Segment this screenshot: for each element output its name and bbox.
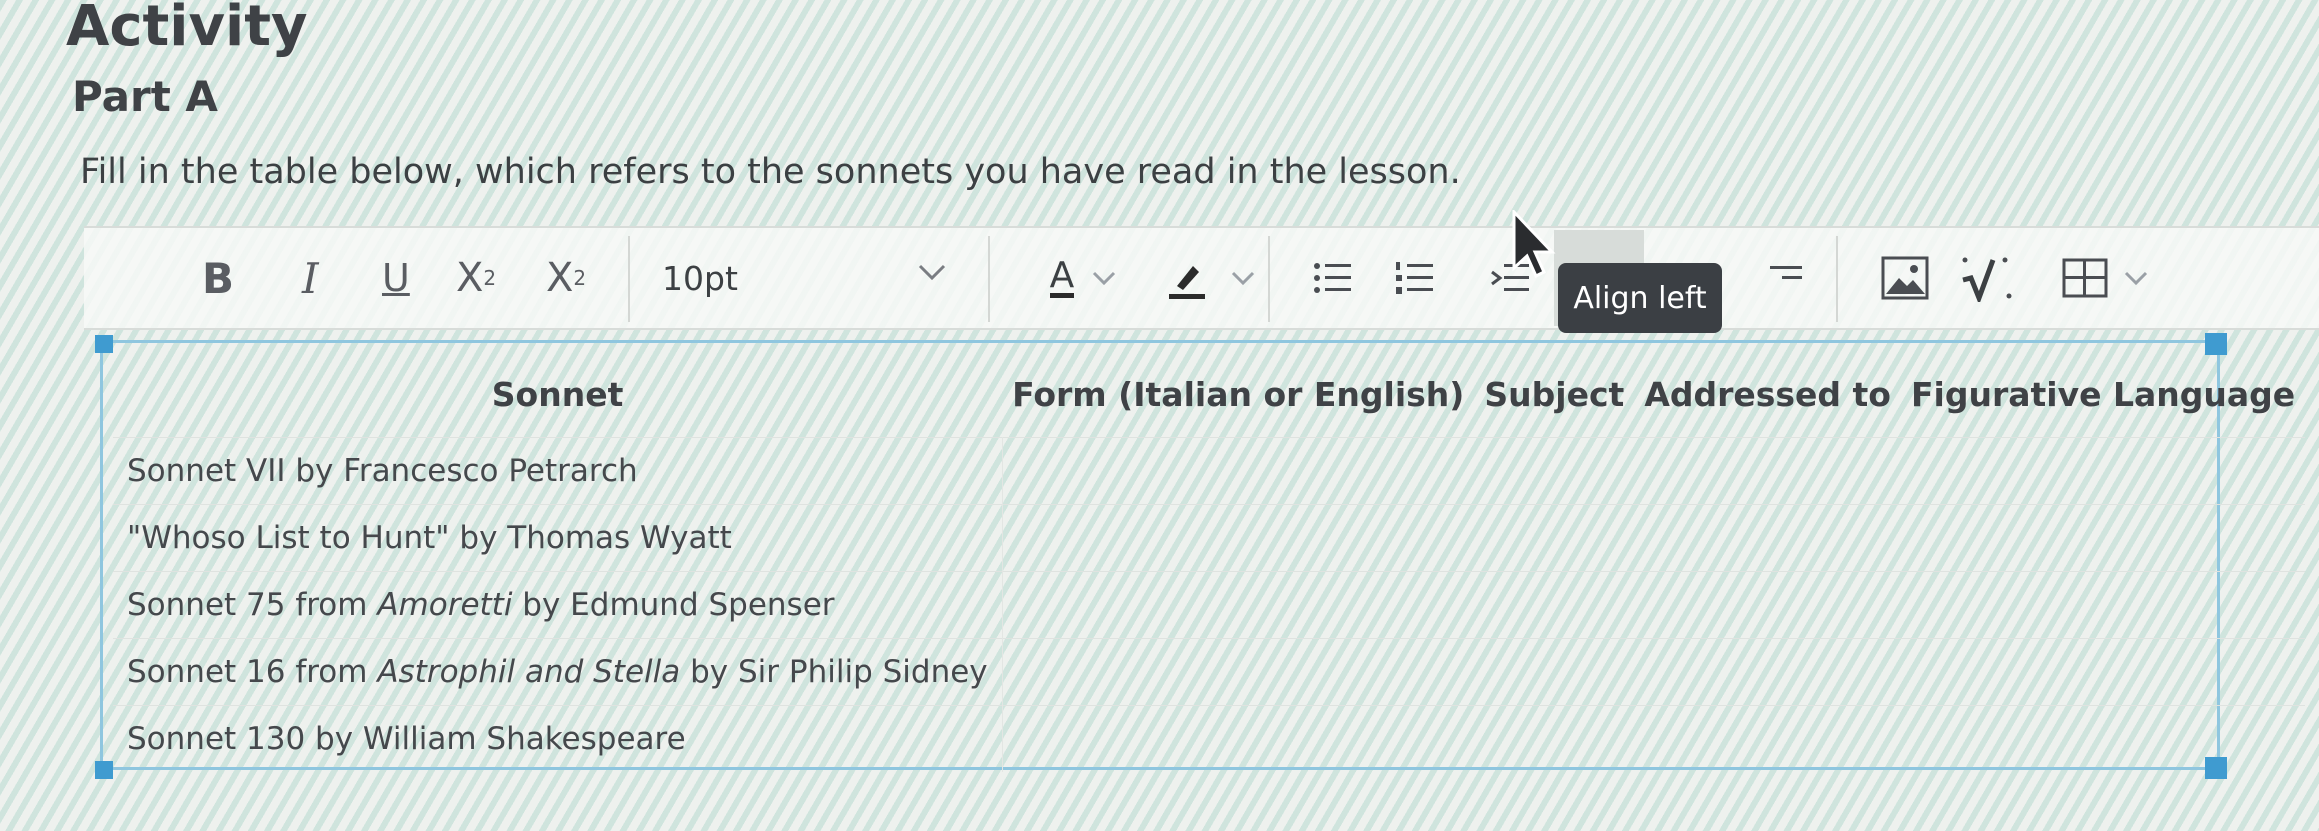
subject-cell[interactable] (1474, 638, 1635, 706)
table-row: Sonnet VII by Francesco Petrarch (113, 437, 2306, 505)
insert-table-button[interactable] (2056, 228, 2156, 328)
sonnet-title: Sonnet 16 from (127, 654, 378, 690)
highlight-button[interactable] (1146, 228, 1276, 328)
subscript-mark: 2 (573, 266, 587, 290)
table-row: Sonnet 130 by William Shakespeare (113, 705, 2306, 772)
addressed-to-cell[interactable] (1634, 705, 1901, 772)
image-icon (1881, 256, 1929, 300)
toolbar-divider (1268, 236, 1270, 322)
text-color-button[interactable]: A (1024, 228, 1144, 328)
subject-cell[interactable] (1474, 437, 1635, 505)
column-header-figurative-language: Figurative Language (1910, 374, 2296, 414)
bold-button[interactable]: B (202, 228, 234, 328)
toolbar-divider (988, 236, 990, 322)
superscript-button[interactable]: X2 (456, 228, 496, 328)
table-row: "Whoso List to Hunt" by Thomas Wyatt (113, 504, 2306, 572)
sonnet-title: Sonnet VII by Francesco Petrarch (127, 453, 638, 489)
font-size-select[interactable]: 10pt (634, 228, 994, 328)
sonnet-title: "Whoso List to Hunt" by Thomas Wyatt (127, 520, 732, 556)
font-size-value: 10pt (662, 258, 738, 298)
figurative-language-cell[interactable] (1900, 705, 2306, 772)
numbered-list-icon (1396, 262, 1433, 294)
chevron-down-icon (1231, 271, 1255, 286)
sonnet-title: Sonnet 130 by William Shakespeare (127, 721, 686, 757)
form-cell[interactable] (1002, 638, 1475, 706)
sonnet-collection-title: Amoretti (377, 587, 513, 623)
subject-cell[interactable] (1474, 705, 1635, 772)
subject-cell[interactable] (1474, 504, 1635, 572)
form-cell[interactable] (1002, 571, 1475, 639)
bullet-list-icon (1314, 263, 1351, 293)
resize-handle-top-left[interactable] (95, 335, 113, 353)
mouse-cursor-icon (1512, 210, 1556, 279)
insert-image-button[interactable] (1870, 228, 1940, 328)
addressed-to-cell[interactable] (1634, 638, 1901, 706)
sonnet-title: Sonnet 75 from (127, 587, 378, 623)
addressed-to-cell[interactable] (1634, 571, 1901, 639)
insert-math-button[interactable] (1952, 228, 2022, 328)
subject-cell[interactable] (1474, 571, 1635, 639)
superscript-mark: 2 (483, 266, 497, 290)
chevron-down-icon (2124, 271, 2148, 286)
table-row: Sonnet 75 from Amoretti by Edmund Spense… (113, 571, 2306, 639)
editor-toolbar: B I U X2 X2 10pt A (84, 226, 2319, 330)
sonnet-cell[interactable]: "Whoso List to Hunt" by Thomas Wyatt (113, 504, 1003, 572)
align-right-button[interactable] (1754, 228, 1814, 328)
table-row: Sonnet 16 from Astrophil and Stella by S… (113, 638, 2306, 706)
form-cell[interactable] (1002, 504, 1475, 572)
superscript-label: X (456, 255, 484, 301)
numbered-list-button[interactable] (1384, 228, 1444, 328)
bullet-list-button[interactable] (1302, 228, 1362, 328)
page-title: Activity (66, 0, 308, 59)
addressed-to-cell[interactable] (1634, 437, 1901, 505)
instructions-text: Fill in the table below, which refers to… (80, 152, 1461, 192)
sonnet-cell[interactable]: Sonnet 16 from Astrophil and Stella by S… (113, 638, 1003, 706)
column-header-subject: Subject (1484, 374, 1625, 414)
figurative-language-cell[interactable] (1900, 437, 2306, 505)
sonnet-cell[interactable]: Sonnet 75 from Amoretti by Edmund Spense… (113, 571, 1003, 639)
sonnet-table: Sonnet Form (Italian or English) Subject… (113, 351, 2306, 772)
subscript-label: X (546, 255, 574, 301)
sonnet-author: by Sir Philip Sidney (680, 654, 988, 690)
align-right-icon (1770, 266, 1802, 279)
italic-button[interactable]: I (302, 228, 319, 328)
toolbar-divider (628, 236, 630, 322)
column-header-sonnet: Sonnet (491, 374, 624, 414)
table-header-row: Sonnet Form (Italian or English) Subject… (113, 351, 2305, 438)
form-cell[interactable] (1002, 705, 1475, 772)
highlight-icon (1169, 266, 1205, 299)
figurative-language-cell[interactable] (1900, 504, 2306, 572)
sonnet-cell[interactable]: Sonnet 130 by William Shakespeare (113, 705, 1003, 772)
figurative-language-cell[interactable] (1900, 571, 2306, 639)
chevron-down-icon (918, 264, 946, 281)
figurative-language-cell[interactable] (1900, 638, 2306, 706)
underline-button[interactable]: U (382, 228, 410, 328)
subscript-button[interactable]: X2 (546, 228, 586, 328)
column-header-addressed-to: Addressed to (1644, 374, 1891, 414)
resize-handle-bottom-left[interactable] (95, 761, 113, 779)
addressed-to-cell[interactable] (1634, 504, 1901, 572)
table-icon (2062, 258, 2108, 298)
column-header-form: Form (Italian or English) (1012, 374, 1465, 414)
math-icon (1962, 257, 2012, 302)
sonnet-author: by Edmund Spenser (512, 587, 835, 623)
align-left-tooltip: Align left (1558, 263, 1722, 333)
chevron-down-icon (1093, 271, 1116, 286)
section-heading: Part A (72, 72, 218, 121)
sonnet-cell[interactable]: Sonnet VII by Francesco Petrarch (113, 437, 1003, 505)
text-color-icon: A (1049, 254, 1075, 298)
form-cell[interactable] (1002, 437, 1475, 505)
sonnet-table-container: Sonnet Form (Italian or English) Subject… (95, 333, 2306, 779)
sonnet-collection-title: Astrophil and Stella (377, 654, 681, 690)
toolbar-divider (1836, 236, 1838, 322)
